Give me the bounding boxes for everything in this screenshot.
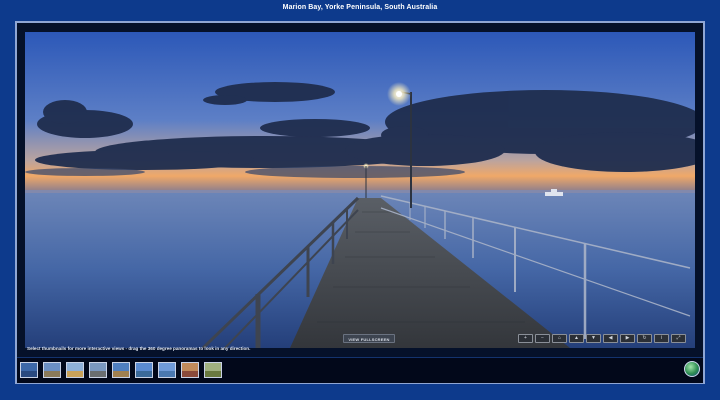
thumbnail-sky: [159, 363, 175, 371]
fullscreen-icon: ⤢: [676, 335, 681, 341]
thumbnail-6[interactable]: [135, 362, 153, 378]
pan-left-button[interactable]: ◀: [603, 334, 618, 343]
thumbnail-ground: [182, 370, 198, 377]
autorotate-button[interactable]: ↻: [637, 334, 652, 343]
thumbnail-sky: [44, 363, 60, 371]
zoom-out-button[interactable]: −: [535, 334, 550, 343]
thumbnail-8[interactable]: [181, 362, 199, 378]
thumbnail-sky: [182, 363, 198, 371]
fullscreen-toggle-button[interactable]: ⤢: [671, 334, 686, 343]
info-button[interactable]: i: [654, 334, 669, 343]
thumbnail-1[interactable]: [20, 362, 38, 378]
zoom-out-icon: −: [541, 335, 544, 341]
info-icon: i: [660, 335, 663, 341]
thumbnail-sky: [21, 363, 37, 371]
viewer-frame: VIEW FULLSCREEN + − ⌂ ▲ ▼ ◀ ▶ ↻ i ⤢ Sele…: [15, 21, 705, 384]
page-title: Marion Bay, Yorke Peninsula, South Austr…: [282, 4, 438, 11]
thumbnail-ground: [113, 370, 129, 377]
thumbnail-ground: [21, 370, 37, 377]
thumbnail-2[interactable]: [43, 362, 61, 378]
globe-icon[interactable]: [684, 361, 700, 377]
thumbnail-ground: [67, 370, 83, 377]
thumbnail-ground: [159, 370, 175, 377]
pan-right-button[interactable]: ▶: [620, 334, 635, 343]
thumbnail-ground: [205, 370, 221, 377]
zoom-in-button[interactable]: +: [518, 334, 533, 343]
view-fullscreen-button[interactable]: VIEW FULLSCREEN: [343, 334, 395, 343]
pan-down-icon: ▼: [591, 335, 596, 341]
thumbnail-ground: [44, 370, 60, 377]
thumbnail-sky: [67, 363, 83, 371]
thumbnail-9[interactable]: [204, 362, 222, 378]
panorama-viewer[interactable]: VIEW FULLSCREEN + − ⌂ ▲ ▼ ◀ ▶ ↻ i ⤢: [25, 32, 695, 348]
thumbnail-7[interactable]: [158, 362, 176, 378]
pan-left-icon: ◀: [608, 335, 613, 341]
zoom-in-icon: +: [524, 335, 527, 341]
pan-down-button[interactable]: ▼: [586, 334, 601, 343]
thumbnail-ground: [90, 370, 106, 377]
pan-right-icon: ▶: [625, 335, 630, 341]
thumbnail-strip: [17, 357, 703, 383]
pan-up-button[interactable]: ▲: [569, 334, 584, 343]
thumbnail-3[interactable]: [66, 362, 84, 378]
home-icon: ⌂: [557, 335, 562, 341]
thumbnail-sky: [136, 363, 152, 371]
thumbnail-4[interactable]: [89, 362, 107, 378]
thumbnail-sky: [90, 363, 106, 371]
autorotate-icon: ↻: [642, 335, 647, 341]
pan-up-icon: ▲: [574, 335, 579, 341]
home-button[interactable]: ⌂: [552, 334, 567, 343]
thumbnail-ground: [136, 370, 152, 377]
panorama-image[interactable]: [25, 32, 695, 348]
viewer-caption: Select thumbnails for more interactive v…: [27, 346, 251, 351]
thumbnail-sky: [205, 363, 221, 371]
thumbnail-5[interactable]: [112, 362, 130, 378]
viewer-controls: + − ⌂ ▲ ▼ ◀ ▶ ↻ i ⤢: [518, 334, 686, 343]
thumbnail-sky: [113, 363, 129, 371]
